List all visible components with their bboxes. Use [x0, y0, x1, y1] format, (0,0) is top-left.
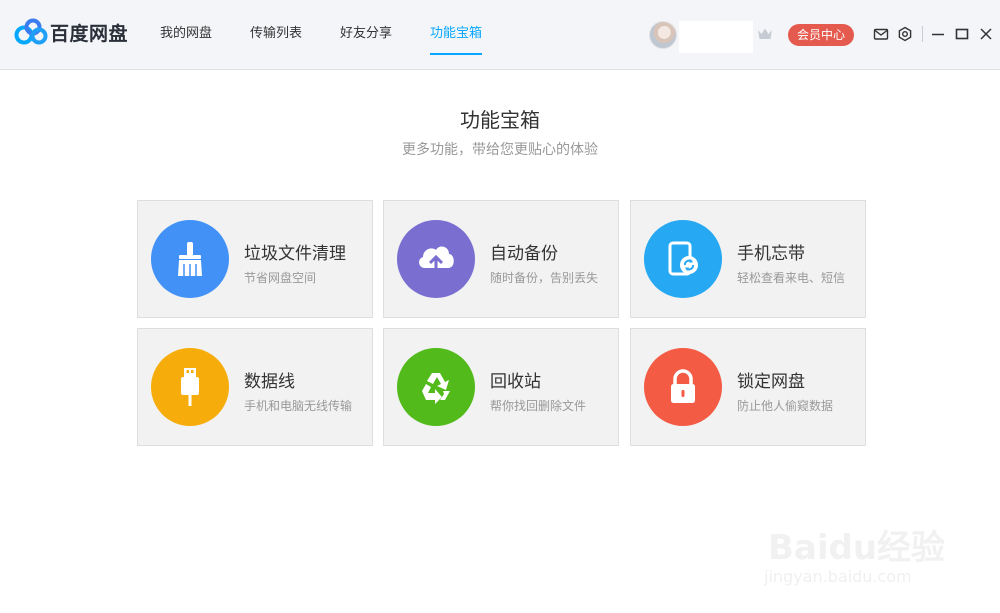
baidu-jingyan-watermark: Baidu经验 jingyan.baidu.com — [760, 500, 990, 595]
tool-card-junk-clean[interactable]: 垃圾文件清理 节省网盘空间 — [137, 200, 373, 318]
broom-icon — [178, 242, 202, 276]
card-title: 自动备份 — [490, 244, 558, 264]
card-title: 垃圾文件清理 — [244, 244, 346, 264]
card-title: 锁定网盘 — [737, 372, 805, 392]
gear-icon[interactable] — [897, 26, 913, 42]
recycle-icon — [422, 373, 450, 404]
card-desc: 手机和电脑无线传输 — [244, 399, 353, 413]
tool-card-auto-backup[interactable]: 自动备份 随时备份，告别丢失 — [383, 200, 619, 318]
crown-icon[interactable] — [757, 27, 773, 41]
username-redacted[interactable] — [679, 21, 753, 53]
phone-sync-icon — [668, 241, 698, 276]
card-desc: 防止他人偷窥数据 — [737, 399, 834, 413]
page-subtitle: 更多功能，带给您更贴心的体验 — [402, 142, 598, 158]
card-desc: 轻松查看来电、短信 — [737, 271, 846, 285]
toolbar-divider — [922, 26, 923, 42]
avatar[interactable] — [649, 21, 677, 49]
usb-cable-icon — [181, 368, 199, 406]
minimize-icon[interactable] — [930, 26, 946, 42]
tool-card-lock-disk[interactable]: 锁定网盘 防止他人偷窥数据 — [630, 328, 866, 446]
card-icon-circle — [151, 348, 229, 426]
mail-icon[interactable] — [873, 26, 889, 42]
card-icon-circle — [644, 220, 722, 298]
cloud-upload-icon — [419, 246, 454, 274]
close-icon[interactable] — [978, 26, 994, 42]
watermark-text: Baidu经验 — [768, 528, 946, 568]
tab-toolbox[interactable]: 功能宝箱 — [430, 0, 483, 70]
tool-card-phone-forgot[interactable]: 手机忘带 轻松查看来电、短信 — [630, 200, 866, 318]
card-icon-circle — [151, 220, 229, 298]
main-nav: 我的网盘 传输列表 好友分享 功能宝箱 — [160, 0, 520, 70]
title-bar: 百度网盘 我的网盘 传输列表 好友分享 功能宝箱 会员中心 — [0, 0, 1000, 70]
card-icon-circle — [397, 220, 475, 298]
tab-friend-share[interactable]: 好友分享 — [340, 0, 392, 70]
page-title: 功能宝箱 — [460, 108, 540, 132]
maximize-icon[interactable] — [954, 26, 970, 42]
card-desc: 节省网盘空间 — [244, 271, 317, 285]
card-title: 数据线 — [244, 372, 295, 392]
app-name: 百度网盘 — [50, 22, 129, 45]
tab-my-disk[interactable]: 我的网盘 — [160, 0, 212, 70]
card-icon-circle — [397, 348, 475, 426]
cloud-logo-icon — [14, 18, 48, 45]
vip-center-button[interactable]: 会员中心 — [788, 24, 854, 46]
card-title: 回收站 — [490, 372, 541, 392]
card-desc: 随时备份，告别丢失 — [490, 271, 599, 285]
card-title: 手机忘带 — [737, 244, 805, 264]
tab-transfer-list[interactable]: 传输列表 — [250, 0, 302, 70]
tool-card-data-cable[interactable]: 数据线 手机和电脑无线传输 — [137, 328, 373, 446]
card-desc: 帮你找回删除文件 — [490, 399, 587, 413]
app-logo[interactable]: 百度网盘 — [14, 17, 134, 47]
tool-card-recycle-bin[interactable]: 回收站 帮你找回删除文件 — [383, 328, 619, 446]
watermark-url: jingyan.baidu.com — [764, 567, 912, 586]
card-icon-circle — [644, 348, 722, 426]
lock-icon — [671, 369, 695, 403]
